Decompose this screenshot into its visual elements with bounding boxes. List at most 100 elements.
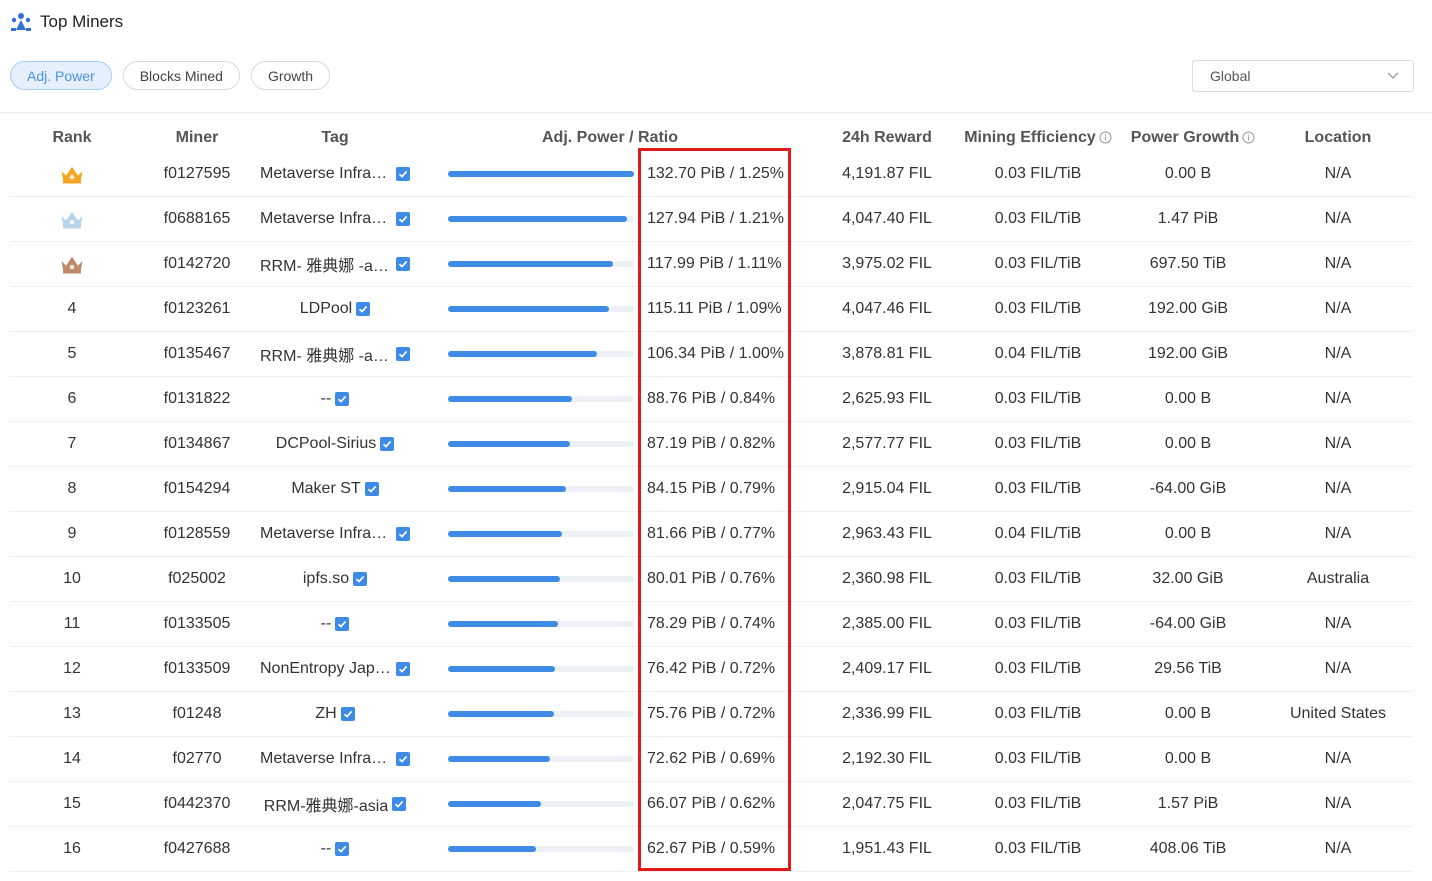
- miner-id-link[interactable]: f0127595: [134, 152, 260, 196]
- miner-id-link[interactable]: f0142720: [134, 242, 260, 286]
- miner-id-link[interactable]: f0134867: [134, 422, 260, 466]
- info-icon[interactable]: [1242, 131, 1255, 144]
- location: N/A: [1324, 345, 1352, 362]
- miner-id-link[interactable]: f0135467: [134, 332, 260, 376]
- power-bar-fill: [448, 846, 536, 852]
- silver-crown-icon: [60, 210, 84, 229]
- miner-tag: --: [320, 390, 332, 407]
- power-bar-fill: [448, 801, 541, 807]
- rank-cell: 7: [10, 422, 134, 466]
- miner-id-link[interactable]: f0131822: [134, 377, 260, 421]
- rank-cell: 16: [10, 827, 134, 871]
- power-bar-cell: [448, 152, 634, 196]
- filter-adj-power-button[interactable]: Adj. Power: [10, 61, 112, 90]
- rank-number: 11: [63, 615, 81, 632]
- power-bar-cell: [448, 512, 634, 556]
- rank-number: 13: [63, 705, 81, 722]
- location: N/A: [1324, 390, 1352, 407]
- location: N/A: [1324, 165, 1352, 182]
- verified-icon: [335, 842, 350, 856]
- power-bar-cell: [448, 287, 634, 331]
- mining-efficiency: 0.03 FIL/TiB: [994, 795, 1082, 812]
- column-adj-power[interactable]: Adj. Power / Ratio: [510, 129, 710, 147]
- mining-efficiency: 0.03 FIL/TiB: [994, 390, 1082, 407]
- miner-id-link[interactable]: f01248: [134, 692, 260, 736]
- verified-icon: [340, 707, 355, 721]
- power-bar-track: [448, 666, 634, 672]
- power-growth: 32.00 GiB: [1152, 570, 1224, 587]
- mining-efficiency: 0.03 FIL/TiB: [994, 840, 1082, 857]
- rank-cell: [10, 152, 134, 196]
- miner-id-link[interactable]: f0154294: [134, 467, 260, 511]
- reward-24h: 2,360.98 FIL: [842, 570, 932, 587]
- mining-efficiency: 0.03 FIL/TiB: [994, 300, 1082, 317]
- reward-24h: 3,878.81 FIL: [842, 345, 932, 362]
- filter-growth-button[interactable]: Growth: [250, 61, 331, 90]
- column-24h-reward[interactable]: 24h Reward: [824, 129, 950, 147]
- mining-efficiency: 0.04 FIL/TiB: [994, 525, 1082, 542]
- gold-crown-icon: [60, 165, 84, 184]
- chevron-down-icon: [1387, 72, 1399, 79]
- mining-efficiency: 0.03 FIL/TiB: [994, 480, 1082, 497]
- mining-efficiency: 0.03 FIL/TiB: [994, 660, 1082, 677]
- power-growth: 0.00 B: [1164, 705, 1212, 722]
- rank-number: 15: [63, 795, 81, 812]
- miner-id-link[interactable]: f0442370: [134, 782, 260, 826]
- verified-icon: [380, 437, 395, 451]
- location: N/A: [1324, 480, 1352, 497]
- miner-tag: --: [320, 615, 332, 632]
- power-bar-track: [448, 171, 634, 177]
- info-icon[interactable]: [1099, 131, 1112, 144]
- miner-tag: LDPool: [299, 300, 353, 317]
- miner-tag: Metaverse Infrastructure: [260, 210, 392, 227]
- verified-icon: [396, 167, 410, 181]
- power-bar-fill: [448, 306, 610, 312]
- power-bar-track: [448, 711, 634, 717]
- column-power-growth[interactable]: Power Growth: [1125, 129, 1261, 147]
- power-bar-track: [448, 216, 634, 222]
- miner-id-link[interactable]: f0128559: [134, 512, 260, 556]
- power-bar-fill: [448, 396, 573, 402]
- tag-cell: --: [260, 827, 410, 871]
- power-bar-track: [448, 351, 634, 357]
- verified-icon: [356, 302, 371, 316]
- reward-24h: 2,915.04 FIL: [842, 480, 932, 497]
- miner-tag: Metaverse Infrastructure: [260, 750, 392, 767]
- tag-cell: --: [260, 602, 410, 646]
- tag-cell: ZH: [260, 692, 410, 736]
- rank-number: 14: [63, 750, 81, 767]
- power-bar-fill: [448, 216, 628, 222]
- verified-icon: [392, 797, 407, 811]
- miner-id-link[interactable]: f02770: [134, 737, 260, 781]
- power-growth: 1.57 PiB: [1157, 795, 1219, 812]
- power-growth: 408.06 TiB: [1149, 840, 1227, 857]
- tag-cell: Metaverse Infrastructure: [260, 197, 410, 241]
- miner-tag: --: [320, 840, 332, 857]
- miner-id-link[interactable]: f025002: [134, 557, 260, 601]
- verified-icon: [396, 257, 410, 271]
- rank-number: 5: [67, 345, 77, 362]
- filter-blocks-mined-button[interactable]: Blocks Mined: [122, 61, 240, 90]
- power-bar-track: [448, 576, 634, 582]
- miner-tag: RRM- 雅典娜 -asia: [260, 258, 392, 275]
- power-bar-track: [448, 756, 634, 762]
- location: N/A: [1324, 840, 1352, 857]
- power-bar-cell: [448, 647, 634, 691]
- region-select[interactable]: Global: [1192, 60, 1414, 92]
- column-mining-efficiency[interactable]: Mining Efficiency: [963, 129, 1113, 147]
- power-bar-track: [448, 531, 634, 537]
- power-growth: -64.00 GiB: [1149, 480, 1227, 497]
- miner-id-link[interactable]: f0123261: [134, 287, 260, 331]
- power-bar-cell: [448, 557, 634, 601]
- miner-id-link[interactable]: f0133509: [134, 647, 260, 691]
- reward-24h: 2,047.75 FIL: [842, 795, 932, 812]
- power-column-highlight: [638, 148, 791, 871]
- miner-id-link[interactable]: f0688165: [134, 197, 260, 241]
- miner-id-link[interactable]: f0133505: [134, 602, 260, 646]
- rank-cell: [10, 242, 134, 286]
- location: N/A: [1324, 300, 1352, 317]
- location: United States: [1289, 705, 1387, 722]
- miner-id-link[interactable]: f0427688: [134, 827, 260, 871]
- power-bar-track: [448, 306, 634, 312]
- location: N/A: [1324, 435, 1352, 452]
